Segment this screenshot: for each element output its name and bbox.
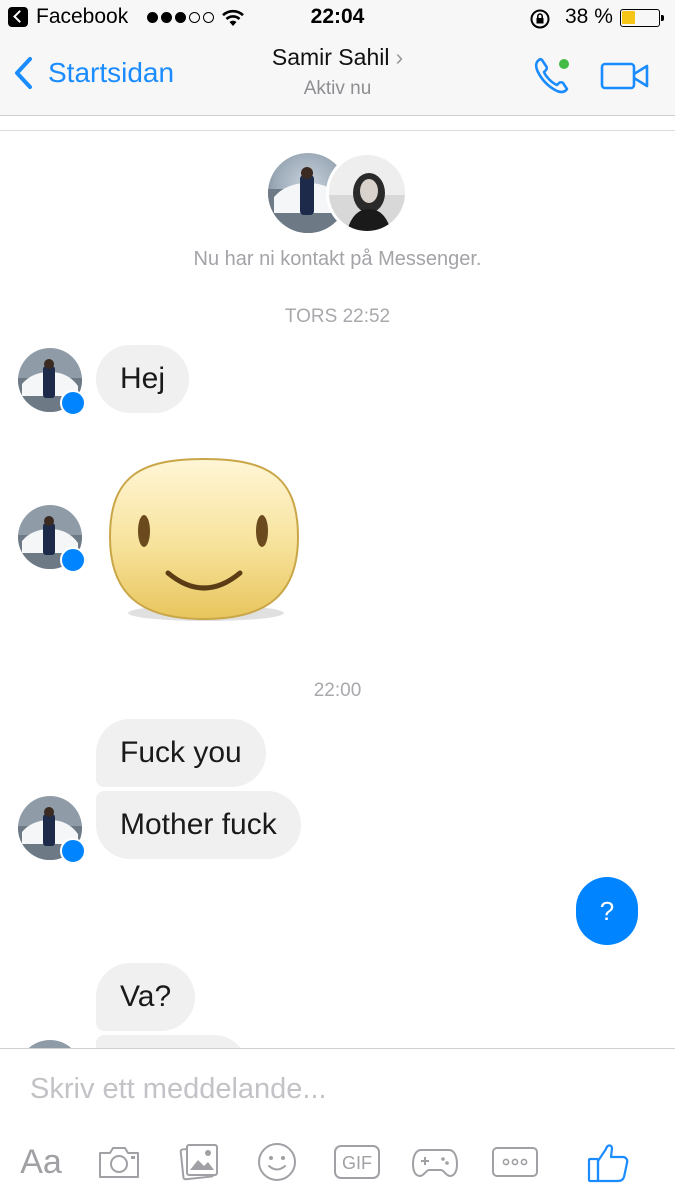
thumbs-up-icon[interactable]: [584, 1139, 632, 1185]
battery-percent: 38 %: [565, 5, 613, 28]
message-composer: Skriv ett meddelande... Aa GIF: [0, 1048, 675, 1200]
messenger-badge-icon: [60, 547, 86, 573]
composer-toolbar: Aa GIF: [0, 1139, 675, 1189]
sender-avatar[interactable]: [18, 348, 86, 416]
emoji-icon[interactable]: [254, 1139, 300, 1185]
status-bar: Facebook 22:04 38 %: [0, 0, 675, 36]
gallery-icon[interactable]: [176, 1139, 222, 1185]
header-divider: [0, 130, 675, 131]
camera-icon[interactable]: [96, 1139, 142, 1185]
phone-call-icon[interactable]: [530, 54, 574, 98]
chevron-right-icon: ›: [395, 44, 404, 70]
contact-notice: Nu har ni kontakt på Messenger.: [193, 248, 482, 270]
own-message-bubble[interactable]: ?: [576, 877, 638, 945]
smiley-sticker-icon[interactable]: [106, 455, 302, 625]
messenger-badge-icon: [60, 838, 86, 864]
game-controller-icon[interactable]: [410, 1139, 460, 1185]
message-input[interactable]: Skriv ett meddelande...: [30, 1073, 327, 1106]
message-bubble[interactable]: Va?: [96, 963, 196, 1031]
sender-avatar[interactable]: [18, 505, 86, 573]
video-call-icon[interactable]: [600, 61, 650, 91]
timestamp: TORS 22:52: [284, 306, 391, 327]
battery-icon: [620, 9, 664, 27]
message-bubble[interactable]: Fuck you: [96, 719, 266, 787]
battery-level: [622, 11, 635, 24]
own-avatar[interactable]: [326, 152, 408, 234]
contact-name: Samir Sahil: [271, 44, 390, 70]
messenger-badge-icon: [60, 390, 86, 416]
aa-icon[interactable]: Aa: [16, 1139, 66, 1185]
message-bubble[interactable]: Hej: [96, 345, 190, 413]
timestamp: 22:00: [313, 680, 362, 701]
sender-avatar[interactable]: [18, 796, 86, 864]
conversation-header: Startsidan Samir Sahil › Aktiv nu: [0, 36, 675, 116]
gif-label: GIF: [342, 1153, 372, 1173]
message-bubble[interactable]: Mother fuck: [96, 791, 301, 859]
more-icon[interactable]: [490, 1139, 540, 1185]
gif-icon[interactable]: GIF: [332, 1139, 382, 1185]
rotation-lock-icon: [530, 9, 550, 29]
